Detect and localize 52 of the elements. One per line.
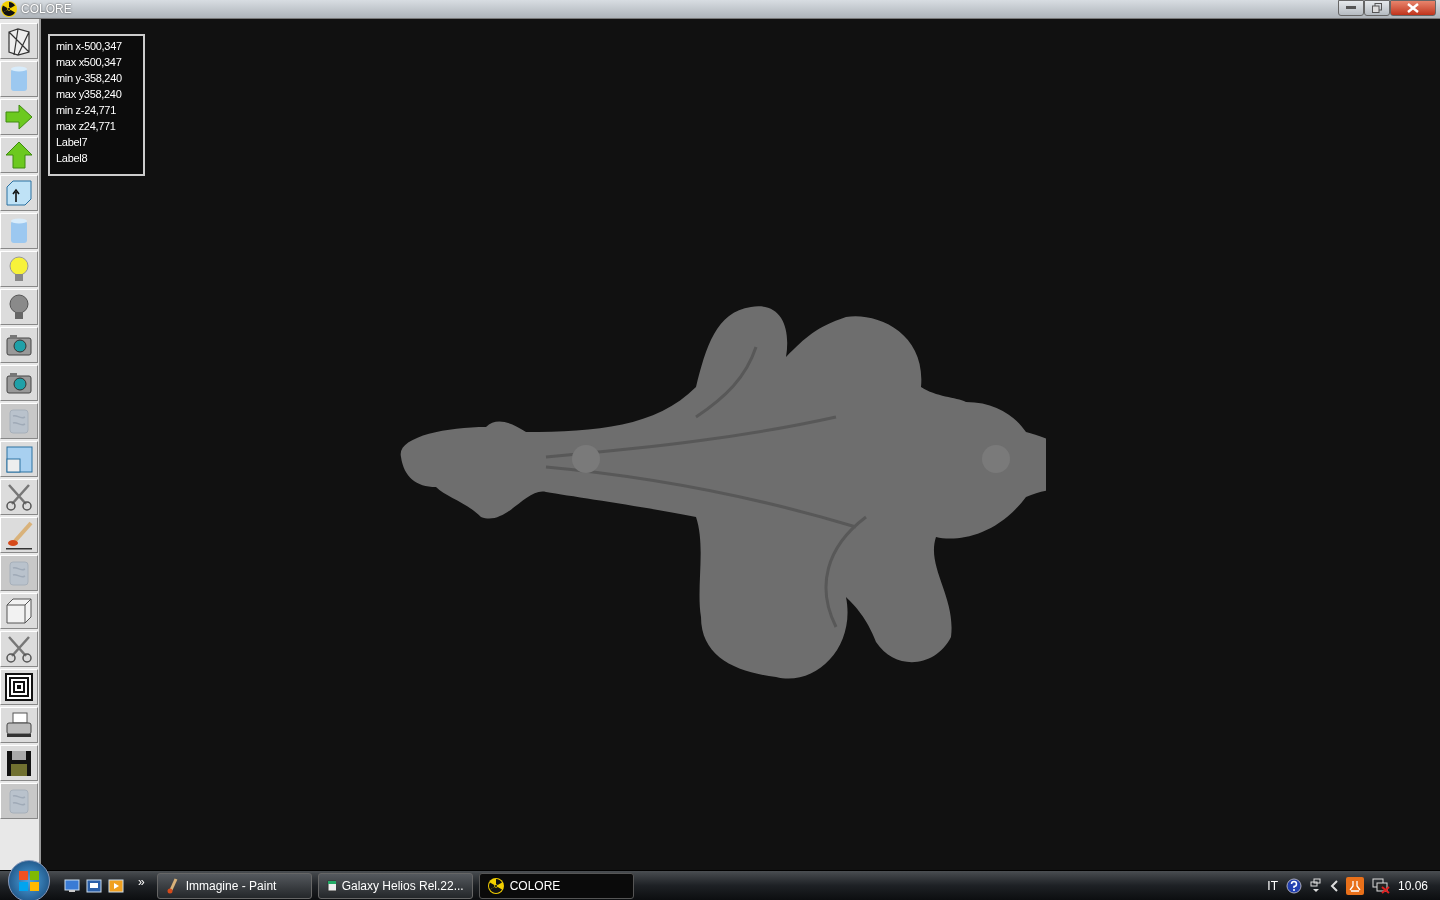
taskbar-button[interactable]: COLORE [478, 872, 634, 899]
toolbar-button[interactable] [0, 175, 38, 211]
minimize-button[interactable] [1338, 0, 1364, 16]
window-title: COLORE [21, 1, 72, 18]
taskbar-button[interactable]: Galaxy Helios Rel.22... [317, 872, 473, 899]
desktop-icon[interactable] [64, 878, 80, 893]
toolbar-button[interactable] [0, 669, 38, 705]
scissors-icon [4, 482, 34, 512]
windows-logo-icon [18, 869, 40, 892]
right-arrow-icon [4, 102, 34, 132]
paintbrush-icon [4, 520, 34, 550]
toolbar-button[interactable] [0, 707, 38, 743]
paintbrush-icon [165, 877, 180, 894]
media-player-icon[interactable] [108, 878, 124, 893]
info-label: max y358,240 [56, 87, 123, 102]
language-indicator[interactable]: IT [1267, 876, 1278, 895]
window-panels-icon [4, 444, 34, 474]
cube-icon [4, 596, 34, 626]
info-label: Label8 [56, 151, 89, 166]
app-window-icon [326, 878, 336, 893]
up-arrow-icon [4, 140, 34, 170]
help-icon[interactable] [1285, 877, 1302, 894]
info-label: min y-358,240 [56, 71, 123, 86]
radiation-icon [487, 877, 504, 894]
info-label: min x-500,347 [56, 39, 123, 54]
close-button[interactable] [1390, 0, 1436, 16]
network-disconnected-icon[interactable] [1371, 877, 1390, 894]
close-icon [1407, 3, 1419, 13]
info-label: max x500,347 [56, 55, 123, 70]
info-label: min z-24,771 [56, 103, 117, 118]
scissors-icon [4, 634, 34, 664]
restore-icon [1372, 3, 1382, 13]
radiation-icon [1, 1, 17, 17]
minimize-icon [1346, 6, 1356, 10]
cube-arrow-icon [4, 178, 34, 208]
restore-button[interactable] [1364, 0, 1390, 16]
toolbar-button[interactable] [0, 23, 38, 59]
info-label: max z24,771 [56, 119, 117, 134]
printer-icon [4, 710, 34, 740]
taskbar-button[interactable]: Immagine - Paint [156, 872, 312, 899]
start-button[interactable] [8, 859, 50, 900]
chevron-left-icon[interactable] [1329, 879, 1338, 892]
window-switch-icon[interactable] [86, 878, 102, 893]
clock[interactable]: 10.06 [1397, 876, 1428, 895]
info-label: Label7 [56, 135, 89, 150]
concentric-squares-icon [4, 672, 34, 702]
toolbar-button[interactable] [0, 327, 38, 363]
more-quicklaunch-button[interactable]: » [138, 872, 145, 891]
flask-icon[interactable] [1345, 876, 1364, 895]
window-arrow-icon[interactable] [1309, 877, 1322, 894]
toolbar-button[interactable] [0, 365, 38, 401]
toolbar-button[interactable] [0, 745, 38, 781]
